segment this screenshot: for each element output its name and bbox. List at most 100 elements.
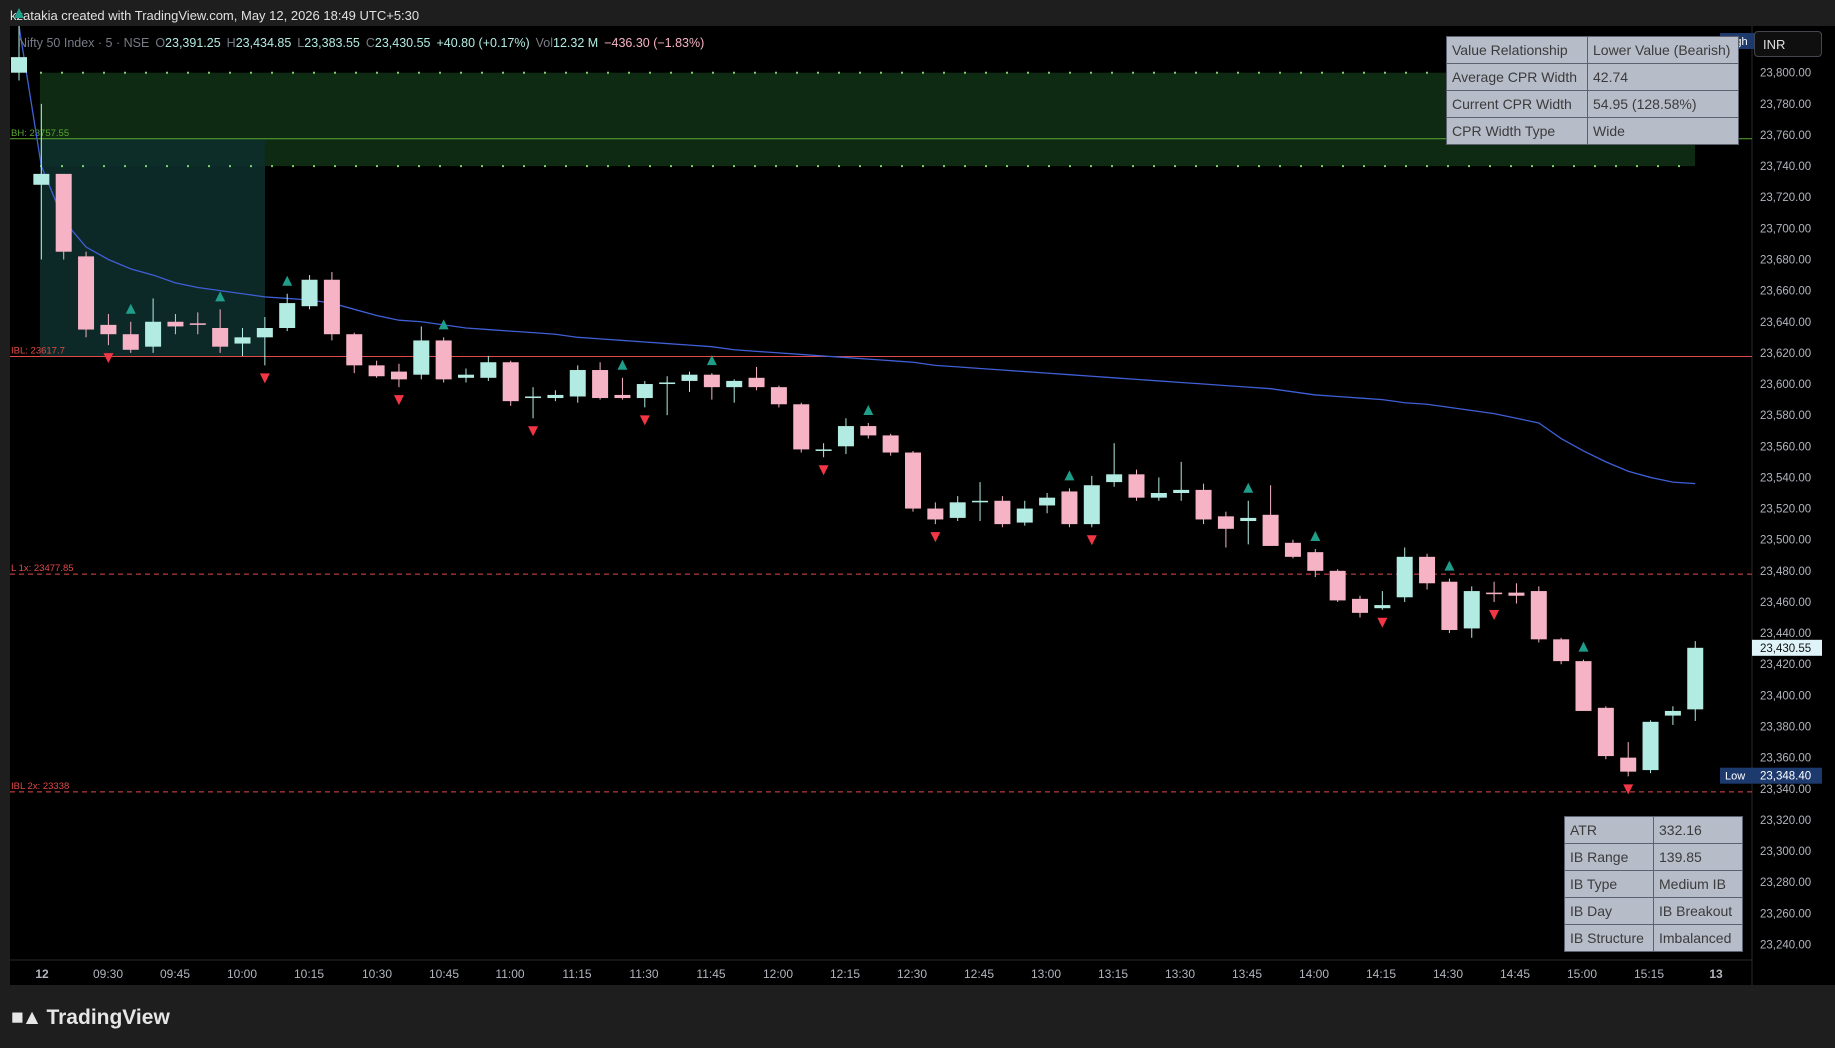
candle[interactable] — [1597, 706, 1614, 760]
currency-button[interactable]: INR — [1754, 31, 1822, 57]
candle-body — [882, 435, 899, 453]
candle-body — [323, 279, 340, 335]
candle-body — [681, 374, 698, 381]
high-label: H — [226, 36, 236, 50]
tradingview-logo[interactable]: ■▲ TradingView — [11, 1006, 170, 1030]
ib_table-row: IB Day IB Breakout — [1564, 897, 1743, 925]
level-label-1: IBL: 23617.7 — [11, 345, 65, 356]
candle[interactable] — [78, 251, 95, 338]
price-tick-label: 23,260.00 — [1760, 908, 1811, 920]
candle-body — [1083, 485, 1100, 525]
candle-body — [905, 452, 921, 509]
time-tick-label: 14:45 — [1500, 967, 1530, 981]
time-tick-label: 12:30 — [897, 967, 927, 981]
candle-body — [1463, 591, 1480, 629]
candle-body — [1374, 605, 1391, 609]
time-tick-label: 15:15 — [1634, 967, 1664, 981]
time-tick-label: 12 — [35, 967, 49, 981]
time-tick-label: 14:15 — [1366, 967, 1396, 981]
time-tick-label: 10:45 — [429, 967, 459, 981]
candle[interactable] — [1441, 578, 1458, 634]
time-tick-label: 13 — [1709, 967, 1723, 981]
ib_table-label: IB Type — [1564, 870, 1654, 898]
cpr_table-row: CPR Width Type Wide — [1446, 117, 1739, 145]
candle-body — [78, 256, 95, 330]
ib_table-value: 332.16 — [1653, 816, 1743, 844]
price-tick-label: 23,560.00 — [1760, 441, 1811, 453]
cpr-table: Value Relationship Lower Value (Bearish) A… — [1446, 36, 1739, 145]
candle[interactable] — [905, 450, 921, 512]
price-tick-label: 23,300.00 — [1760, 846, 1811, 858]
candle-body — [614, 394, 631, 399]
candle-body — [1486, 592, 1503, 595]
ib_table-row: IB Type Medium IB — [1564, 870, 1743, 898]
price-tick-label: 23,360.00 — [1760, 753, 1811, 765]
candle-body — [1128, 474, 1145, 498]
cpr_table-row: Average CPR Width 42.74 — [1446, 63, 1739, 91]
low-value: 23,383.55 — [304, 36, 360, 50]
symbol-name[interactable]: Nifty 50 Index · 5 · NSE — [18, 36, 149, 50]
day-change-value: −436.30 (−1.83%) — [604, 36, 705, 50]
candle[interactable] — [55, 173, 72, 260]
candle-body — [167, 321, 184, 327]
candle[interactable] — [435, 337, 452, 383]
price-tick-label: 23,480.00 — [1760, 566, 1811, 578]
candle[interactable] — [1575, 659, 1592, 711]
candle[interactable] — [502, 360, 519, 406]
candle[interactable] — [1128, 469, 1145, 501]
ib_table-value: 139.85 — [1653, 843, 1743, 871]
candle-body — [1307, 552, 1324, 571]
time-tick-label: 10:30 — [362, 967, 392, 981]
ib_table-label: IB Structure — [1564, 924, 1654, 952]
ib_table-row: IB Range 139.85 — [1564, 843, 1743, 871]
candle[interactable] — [882, 433, 899, 456]
candle-body — [1664, 710, 1681, 716]
price-tick-label: 23,320.00 — [1760, 815, 1811, 827]
ib_table-row: IB Structure Imbalanced — [1564, 924, 1743, 952]
candle[interactable] — [1687, 641, 1704, 721]
candle[interactable] — [1061, 488, 1078, 528]
close-value: 23,430.55 — [374, 36, 431, 50]
price-tick-label: 23,620.00 — [1760, 348, 1811, 360]
candle[interactable] — [1530, 586, 1547, 643]
cpr_table-value: 54.95 (128.58%) — [1587, 90, 1739, 118]
candle-body — [1284, 542, 1301, 557]
candle-body — [368, 365, 385, 377]
time-tick-label: 12:00 — [763, 967, 793, 981]
candle-body — [703, 374, 720, 388]
candle[interactable] — [323, 271, 340, 341]
price-tick-label: 23,280.00 — [1760, 877, 1811, 889]
cpr_table-label: CPR Width Type — [1446, 117, 1588, 145]
candle-body — [458, 374, 474, 378]
candle[interactable] — [1329, 569, 1346, 602]
candle-body — [145, 321, 162, 347]
candle-body — [793, 404, 810, 450]
time-tick-label: 12:15 — [830, 967, 860, 981]
candle-body — [1508, 592, 1525, 596]
time-tick-label: 09:30 — [93, 967, 123, 981]
price-tick-label: 23,540.00 — [1760, 472, 1811, 484]
cpr_table-label: Average CPR Width — [1446, 63, 1588, 91]
candle-body — [1597, 707, 1614, 757]
candle-body — [1195, 489, 1212, 520]
price-marker-value: 23,348.40 — [1760, 771, 1811, 783]
candle-body — [1620, 757, 1637, 772]
price-tick-label: 23,420.00 — [1760, 659, 1811, 671]
candle[interactable] — [994, 496, 1011, 528]
ib_table-value: Imbalanced — [1653, 924, 1743, 952]
price-marker-name: Low — [1725, 771, 1745, 783]
ib_table-row: ATR 332.16 — [1564, 816, 1743, 844]
candle[interactable] — [1642, 720, 1659, 774]
candle[interactable] — [301, 275, 318, 310]
candle[interactable] — [1553, 637, 1570, 665]
level-label-3: IBL 2x: 23338 — [11, 781, 69, 792]
time-tick-label: 14:00 — [1299, 967, 1329, 981]
candle-body — [122, 334, 139, 350]
candle-body — [256, 327, 273, 338]
volume-value: 12.32 M — [553, 36, 599, 50]
candle-body — [279, 303, 296, 328]
candle[interactable] — [770, 385, 787, 408]
time-tick-label: 13:15 — [1098, 967, 1128, 981]
price-chart[interactable]: BH: 23757.55 IBL: 23617.7 L 1x: 23477.85 IB… — [0, 0, 1835, 1000]
candle[interactable] — [793, 402, 810, 453]
